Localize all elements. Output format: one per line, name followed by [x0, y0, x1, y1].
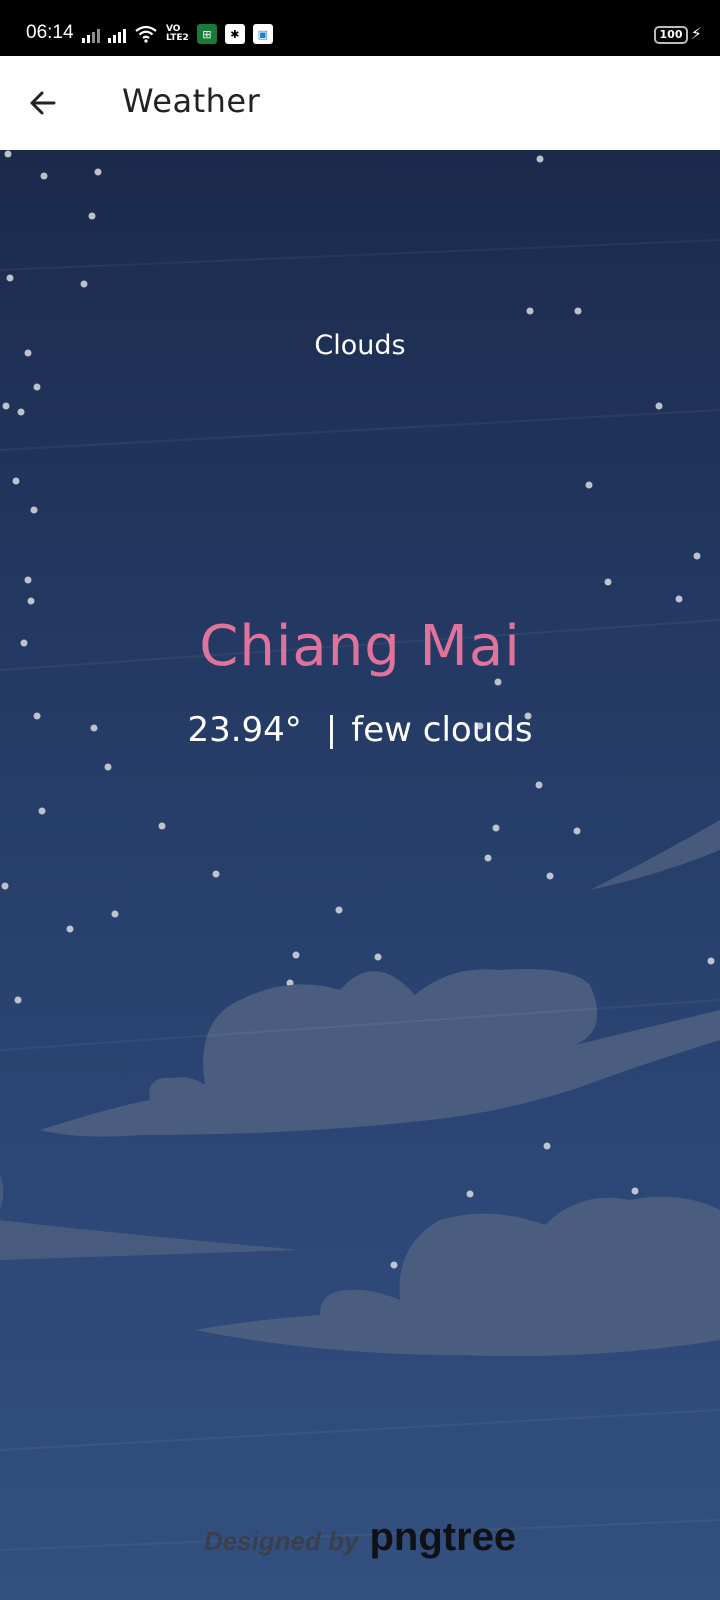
app-notification-icon: ⊞	[196, 24, 217, 44]
weather-description: few clouds	[351, 710, 533, 750]
wifi-icon	[135, 25, 157, 43]
page-title: Weather	[122, 82, 261, 120]
volte-icon: VO LTE2	[166, 24, 189, 43]
status-icons: VO LTE2 ⊞ ✱ ▣	[82, 22, 273, 46]
back-button[interactable]	[20, 80, 66, 126]
arrow-left-icon	[30, 91, 56, 115]
status-bar: 06:14 VO LTE2 ⊞ ✱ ▣ 100 ⚡	[0, 0, 720, 56]
status-time: 06:14	[26, 22, 74, 43]
temperature-value: 23.94°	[187, 710, 302, 750]
separator: |	[325, 710, 338, 750]
watermark-brand: pngtree	[369, 1515, 517, 1559]
weather-condition: Clouds	[314, 330, 406, 361]
signal-icon-2	[108, 25, 126, 43]
night-sky-background	[0, 150, 720, 1551]
clouds	[0, 820, 720, 1356]
city-name: Chiang Mai	[199, 614, 521, 679]
signal-icon	[82, 25, 100, 43]
weather-scene: Clouds Chiang Mai 23.94° | few clouds De…	[0, 150, 720, 1600]
charging-icon: ⚡	[690, 24, 702, 43]
battery-icon: 100	[654, 26, 688, 44]
watermark: Designed by pngtree	[0, 1515, 720, 1560]
monitor-icon: ▣	[252, 24, 273, 44]
temperature-row: 23.94° | few clouds	[0, 710, 720, 750]
app-bar: Weather	[0, 56, 720, 150]
watermark-designed-by: Designed by	[203, 1526, 359, 1556]
notification-icon: ✱	[224, 24, 245, 44]
